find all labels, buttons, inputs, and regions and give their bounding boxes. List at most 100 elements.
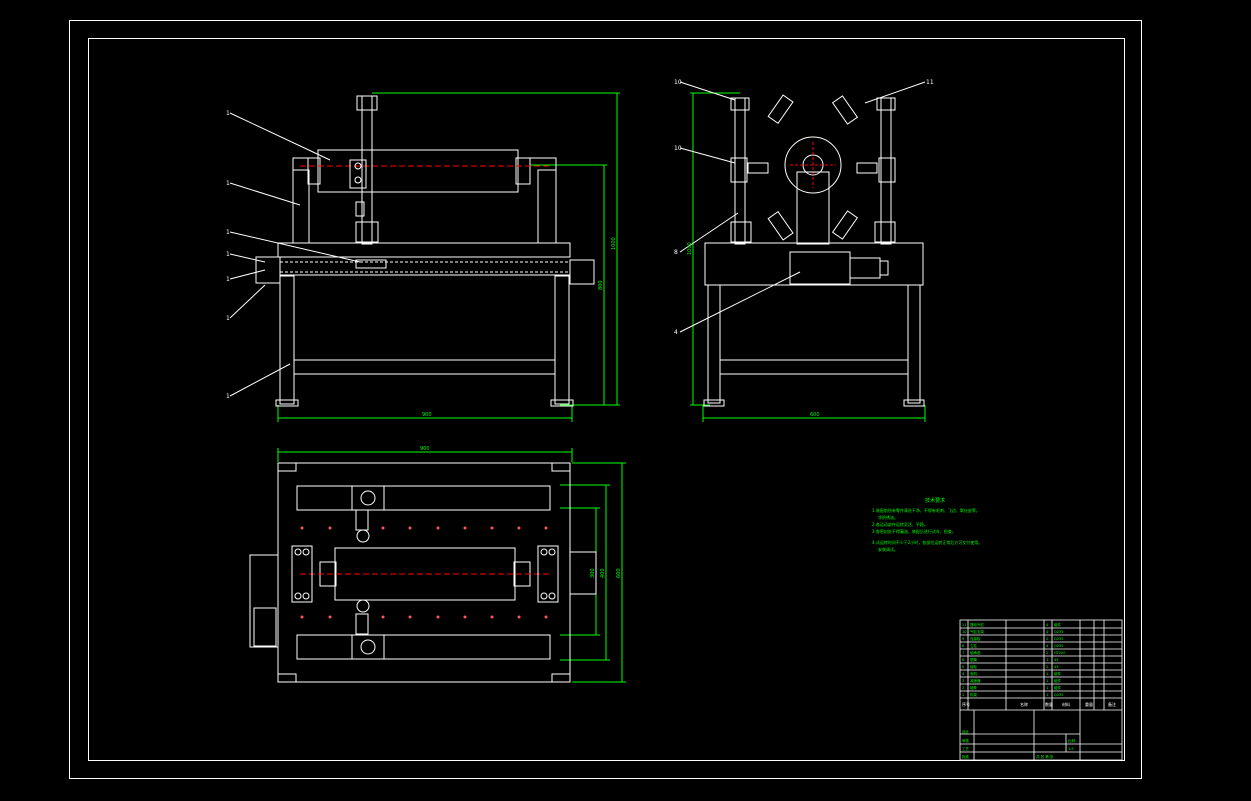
parts-cell: 4 <box>962 672 965 676</box>
callout-label: 10 <box>674 145 682 152</box>
sign-label: 设计 <box>962 729 970 734</box>
parts-cell: HT200 <box>1054 651 1065 655</box>
parts-cell: 机架 <box>970 692 978 697</box>
dim-height-total: 1000 <box>611 237 617 250</box>
parts-list-text: 11 摆动气缸 4 组件10 气缸支架 4 Q2359 连接板 2 Q2358 立柱 4 Q2357 轴承… <box>962 622 1065 697</box>
header-cell: 数量 <box>1045 701 1053 707</box>
side-callouts: 10 10 8 4 11 <box>674 79 934 336</box>
dim-height: 1000 <box>687 242 693 255</box>
notes-title: 技术要求 <box>925 497 945 504</box>
parts-cell: 1 <box>1046 693 1048 697</box>
parts-cell: 组件 <box>1054 671 1062 676</box>
header-cell: 重量 <box>1085 701 1093 707</box>
side-dimensions <box>690 92 926 422</box>
notes-line: 3.各密封处不得漏油，装配后进行试车，检查。 <box>872 528 956 534</box>
parts-cell: 轴承座 <box>970 650 981 655</box>
parts-cell: 1 <box>1046 686 1048 690</box>
parts-cell: 2 <box>1046 651 1048 655</box>
callout-label: 1 <box>226 276 230 283</box>
top-holes <box>300 526 548 619</box>
title-block-labels: 序号 名称 数量 材料 重量 备注 <box>962 701 1116 707</box>
parts-cell: 4 <box>1046 644 1049 648</box>
dim-width-mid: 300 <box>590 568 596 578</box>
parts-cell: 45 <box>1054 665 1058 669</box>
parts-cell: 1 <box>1046 672 1048 676</box>
callout-label: 1 <box>226 251 230 258</box>
parts-cell: 4 <box>1046 630 1049 634</box>
callout-label: 1 <box>226 315 230 322</box>
callout-label: 11 <box>926 79 934 86</box>
scale-label: 比例 <box>1068 738 1076 743</box>
parts-cell: Q235 <box>1054 637 1063 641</box>
parts-cell: 2 <box>962 686 964 690</box>
front-view <box>229 92 620 422</box>
parts-cell: 1 <box>1046 658 1048 662</box>
parts-cell: 组件 <box>1054 685 1062 690</box>
top-dimension-text: 900 600 400 300 <box>420 446 622 578</box>
header-cell: 序号 <box>962 701 970 707</box>
side-dimension-text: 600 1000 <box>687 242 820 418</box>
parts-cell: 气缸支架 <box>970 629 984 634</box>
title-block <box>959 619 1123 761</box>
header-cell: 名称 <box>1020 701 1028 707</box>
parts-cell: 10 <box>962 630 966 634</box>
dim-width: 600 <box>810 412 820 418</box>
notes-line: 1.装配前所有零件清洗干净，不得有毛刺、飞边、氧化皮等。 <box>872 507 980 513</box>
dim-width-outer: 600 <box>616 568 622 578</box>
dim-length: 900 <box>420 446 430 452</box>
sign-label: 批准 <box>962 754 970 759</box>
notes-line: 2.各运动部件运转灵活、平稳。 <box>872 521 928 527</box>
callout-label: 1 <box>226 180 230 187</box>
parts-cell: 2 <box>1046 637 1048 641</box>
parts-cell: 连接板 <box>970 636 981 641</box>
side-view <box>679 81 926 422</box>
sign-label: 工艺 <box>962 746 970 751</box>
outer-border <box>69 20 1142 779</box>
callout-label: 4 <box>674 329 678 336</box>
parts-cell: Q235 <box>1054 630 1063 634</box>
sign-label: 审核 <box>962 738 970 743</box>
parts-cell: 8 <box>962 644 964 648</box>
parts-cell: 电机 <box>970 671 978 676</box>
scale-value: 1:5 <box>1068 747 1074 751</box>
parts-cell: 45 <box>1054 658 1058 662</box>
front-dimension-text: 900 1000 800 <box>422 237 617 418</box>
parts-cell: Q235 <box>1054 693 1063 697</box>
header-cell: 备注 <box>1108 701 1116 707</box>
dim-width-inner: 400 <box>600 568 606 578</box>
parts-cell: 链轮 <box>970 664 978 669</box>
top-view <box>249 448 626 683</box>
technical-notes: 技术要求 1.装配前所有零件清洗干净，不得有毛刺、飞边、氧化皮等。 涂防锈油。 … <box>872 497 982 552</box>
dim-height-table: 800 <box>598 280 604 290</box>
callout-label: 1 <box>226 229 230 236</box>
sheet-label: 共 张 第 张 <box>1036 754 1054 759</box>
parts-cell: 链条 <box>970 685 978 690</box>
parts-cell: 2 <box>1046 665 1048 669</box>
callout-label: 10 <box>674 79 682 86</box>
header-cell: 材料 <box>1062 701 1070 707</box>
parts-cell: 1 <box>962 693 964 697</box>
notes-line: 安装调试。 <box>878 546 898 552</box>
callout-label: 8 <box>674 249 678 256</box>
front-callouts: 1 1 1 1 1 1 1 <box>226 110 230 400</box>
cad-drawing-sheet: 1 1 1 1 1 1 1 900 1000 800 10 10 8 4 11 … <box>69 20 1142 779</box>
parts-cell: 11 <box>962 623 966 627</box>
parts-cell: 9 <box>962 637 964 641</box>
parts-cell: 摆动气缸 <box>970 622 984 627</box>
parts-cell: 1 <box>1046 679 1048 683</box>
notes-line: 涂防锈油。 <box>878 514 898 520</box>
parts-cell: 辊筒 <box>970 657 978 662</box>
parts-cell: 减速器 <box>970 678 981 683</box>
parts-cell: 5 <box>962 665 964 669</box>
parts-cell: Q235 <box>1054 644 1063 648</box>
callout-label: 1 <box>226 110 230 117</box>
callout-label: 1 <box>226 393 230 400</box>
parts-cell: 组件 <box>1054 678 1062 683</box>
parts-cell: 3 <box>962 679 964 683</box>
notes-line: 4.试运转时间不少于2小时，各部位运转正常后方可交付使用。 <box>872 539 982 545</box>
top-dimensions <box>277 448 626 683</box>
parts-cell: 7 <box>962 651 964 655</box>
parts-cell: 组件 <box>1054 622 1062 627</box>
parts-cell: 6 <box>962 658 964 662</box>
parts-cell: 立柱 <box>970 643 978 648</box>
